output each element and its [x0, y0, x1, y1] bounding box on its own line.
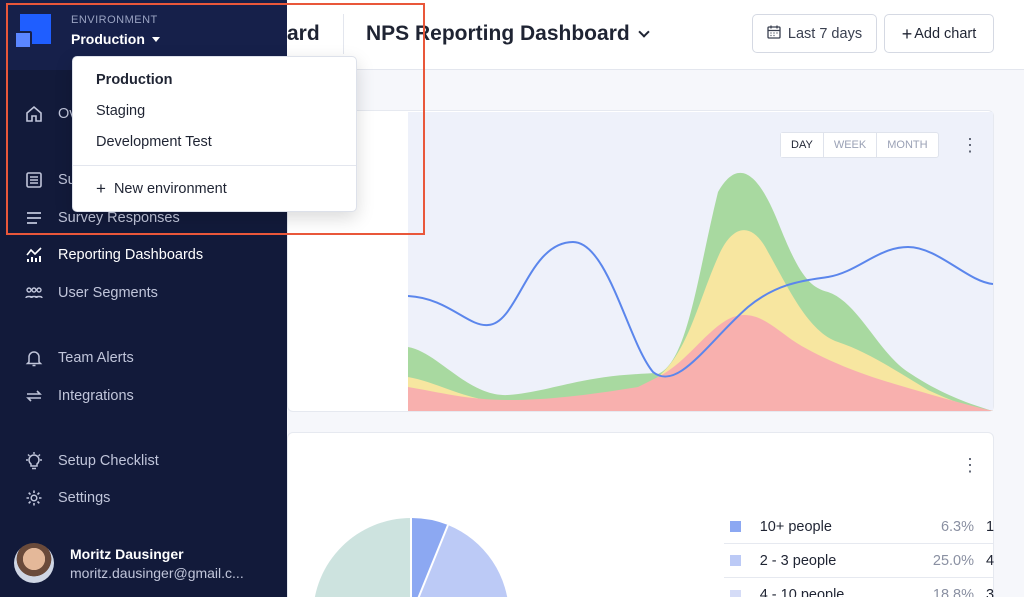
chart-icon — [24, 245, 44, 265]
breadcrumb-title[interactable]: ard — [287, 22, 320, 46]
sidebar-item-user-segments[interactable]: User Segments — [24, 283, 158, 303]
sidebar-item-label: Settings — [58, 490, 111, 506]
environment-current: Production — [71, 31, 145, 47]
user-email: moritz.dausinger@gmail.c... — [70, 564, 244, 581]
add-chart-label: Add chart — [914, 25, 977, 42]
sidebar-item-label: Survey Responses — [58, 210, 180, 226]
sidebar-item-reporting-dashboards[interactable]: Reporting Dashboards — [24, 245, 203, 265]
legend-label: 4 - 10 people — [759, 587, 845, 597]
legend-percent: 18.8% — [932, 587, 974, 597]
legend-swatch — [730, 555, 741, 566]
env-option-production[interactable]: Production — [96, 72, 173, 88]
users-icon — [24, 283, 44, 303]
legend-count: 1 — [986, 518, 995, 535]
toggle-week[interactable]: WEEK — [822, 133, 876, 157]
sidebar-item-setup-checklist[interactable]: Setup Checklist — [24, 451, 159, 471]
chart-menu-icon[interactable]: ⋮ — [961, 456, 979, 474]
sidebar-item-integrations[interactable]: Integrations — [24, 386, 134, 406]
sidebar-item-label: User Segments — [58, 285, 158, 301]
bell-icon — [24, 348, 44, 368]
pie-slice-large — [314, 518, 411, 597]
sidebar-item-settings[interactable]: Settings — [24, 488, 110, 508]
environment-selector[interactable]: Production — [71, 31, 160, 47]
toggle-day[interactable]: DAY — [781, 133, 823, 157]
user-profile[interactable]: Moritz Dausinger moritz.dausinger@gmail.… — [14, 543, 244, 583]
legend-row[interactable]: 4 - 10 people 18.8% 3 — [724, 578, 994, 597]
calendar-icon — [767, 25, 781, 43]
sidebar-item-surveys[interactable]: Su — [24, 170, 76, 190]
new-environment-label: New environment — [113, 180, 227, 197]
top-header: ard NPS Reporting Dashboard Last 7 days … — [287, 0, 1024, 70]
avatar — [14, 543, 54, 583]
home-icon — [24, 104, 44, 124]
sidebar-item-label: Setup Checklist — [58, 453, 159, 469]
user-name: Moritz Dausinger — [70, 545, 184, 562]
plus-icon: + — [901, 23, 913, 44]
legend-label: 10+ people — [759, 518, 832, 535]
toggle-month[interactable]: MONTH — [876, 133, 937, 157]
legend-percent: 25.0% — [932, 552, 974, 569]
swap-icon — [24, 386, 44, 406]
chart-menu-icon[interactable]: ⋮ — [961, 136, 979, 154]
list-icon — [24, 170, 44, 190]
bulb-icon — [24, 451, 44, 471]
time-granularity-toggle: DAY WEEK MONTH — [780, 132, 939, 158]
legend-count: 3 — [986, 587, 995, 597]
legend-swatch — [730, 521, 741, 532]
plus-icon: + — [96, 179, 106, 198]
chevron-down-icon — [638, 25, 650, 38]
pie-chart — [314, 517, 508, 597]
sidebar-item-label: Reporting Dashboards — [58, 247, 204, 263]
divider — [343, 14, 344, 54]
sidebar-item-overview[interactable]: Ov — [24, 104, 77, 124]
env-option-staging[interactable]: Staging — [96, 103, 145, 119]
caret-down-icon — [151, 36, 160, 42]
legend-count: 4 — [986, 552, 995, 569]
dashboard-selector[interactable]: NPS Reporting Dashboard — [366, 22, 650, 46]
legend-row[interactable]: 2 - 3 people 25.0% 4 — [724, 544, 994, 578]
legend-label: 2 - 3 people — [759, 552, 837, 569]
new-environment-button[interactable]: + New environment — [96, 180, 227, 197]
app-logo[interactable] — [14, 14, 51, 51]
sidebar-item-team-alerts[interactable]: Team Alerts — [24, 348, 134, 368]
legend-row[interactable]: 10+ people 6.3% 1 — [724, 510, 994, 544]
environment-dropdown: Production Staging Development Test + Ne… — [72, 56, 357, 212]
legend-percent: 6.3% — [940, 518, 974, 535]
gear-icon — [24, 488, 44, 508]
environment-label: ENVIRONMENT — [71, 14, 158, 26]
date-range-label: Last 7 days — [787, 25, 863, 42]
legend-swatch — [730, 589, 741, 597]
add-chart-button[interactable]: + Add chart — [884, 14, 994, 53]
env-option-development-test[interactable]: Development Test — [96, 134, 212, 150]
date-range-button[interactable]: Last 7 days — [752, 14, 877, 53]
lines-icon — [24, 208, 44, 228]
page-title: NPS Reporting Dashboard — [366, 22, 630, 45]
sidebar-item-label: Integrations — [58, 388, 134, 404]
sidebar-item-label: Team Alerts — [58, 350, 134, 366]
divider — [73, 165, 356, 166]
